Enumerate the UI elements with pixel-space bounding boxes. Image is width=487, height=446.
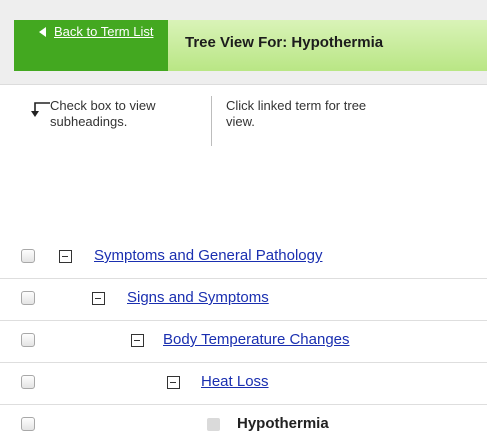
triangle-left-icon: [39, 27, 46, 37]
minus-box-icon[interactable]: [92, 292, 105, 305]
minus-box-icon[interactable]: [59, 250, 72, 263]
header-bar: Back to Term List Tree View For: Hypothe…: [0, 0, 487, 85]
leaf-box-icon: [207, 418, 220, 431]
tree-row: Signs and Symptoms: [0, 278, 487, 321]
tree-term-link[interactable]: Signs and Symptoms: [127, 289, 269, 306]
row-checkbox[interactable]: [21, 249, 35, 263]
back-to-term-list-button[interactable]: Back to Term List: [14, 20, 180, 71]
tree-term-link[interactable]: Heat Loss: [201, 373, 269, 390]
minus-box-icon[interactable]: [131, 334, 144, 347]
tree-row: Hypothermia: [0, 404, 487, 446]
tree-term-link[interactable]: Symptoms and General Pathology: [94, 247, 322, 264]
back-to-term-list-link[interactable]: Back to Term List: [54, 23, 164, 40]
tree-row: Heat Loss: [0, 362, 487, 405]
page-title: Tree View For: Hypothermia: [185, 34, 384, 51]
title-tab: Tree View For: Hypothermia: [168, 20, 487, 71]
link-instruction: Click linked term for tree view.: [226, 98, 367, 129]
tree-row: Body Temperature Changes: [0, 320, 487, 363]
checkbox-instruction: Check box to view subheadings.: [50, 98, 156, 129]
row-checkbox[interactable]: [21, 333, 35, 347]
row-checkbox[interactable]: [21, 417, 35, 431]
row-checkbox[interactable]: [21, 375, 35, 389]
current-term: Hypothermia: [237, 415, 329, 432]
minus-box-icon[interactable]: [167, 376, 180, 389]
row-checkbox[interactable]: [21, 291, 35, 305]
instruction-divider: [211, 96, 212, 146]
tree-term-link[interactable]: Body Temperature Changes: [163, 331, 350, 348]
tree-row: Symptoms and General Pathology: [0, 236, 487, 279]
bent-arrow-icon: [31, 102, 50, 117]
